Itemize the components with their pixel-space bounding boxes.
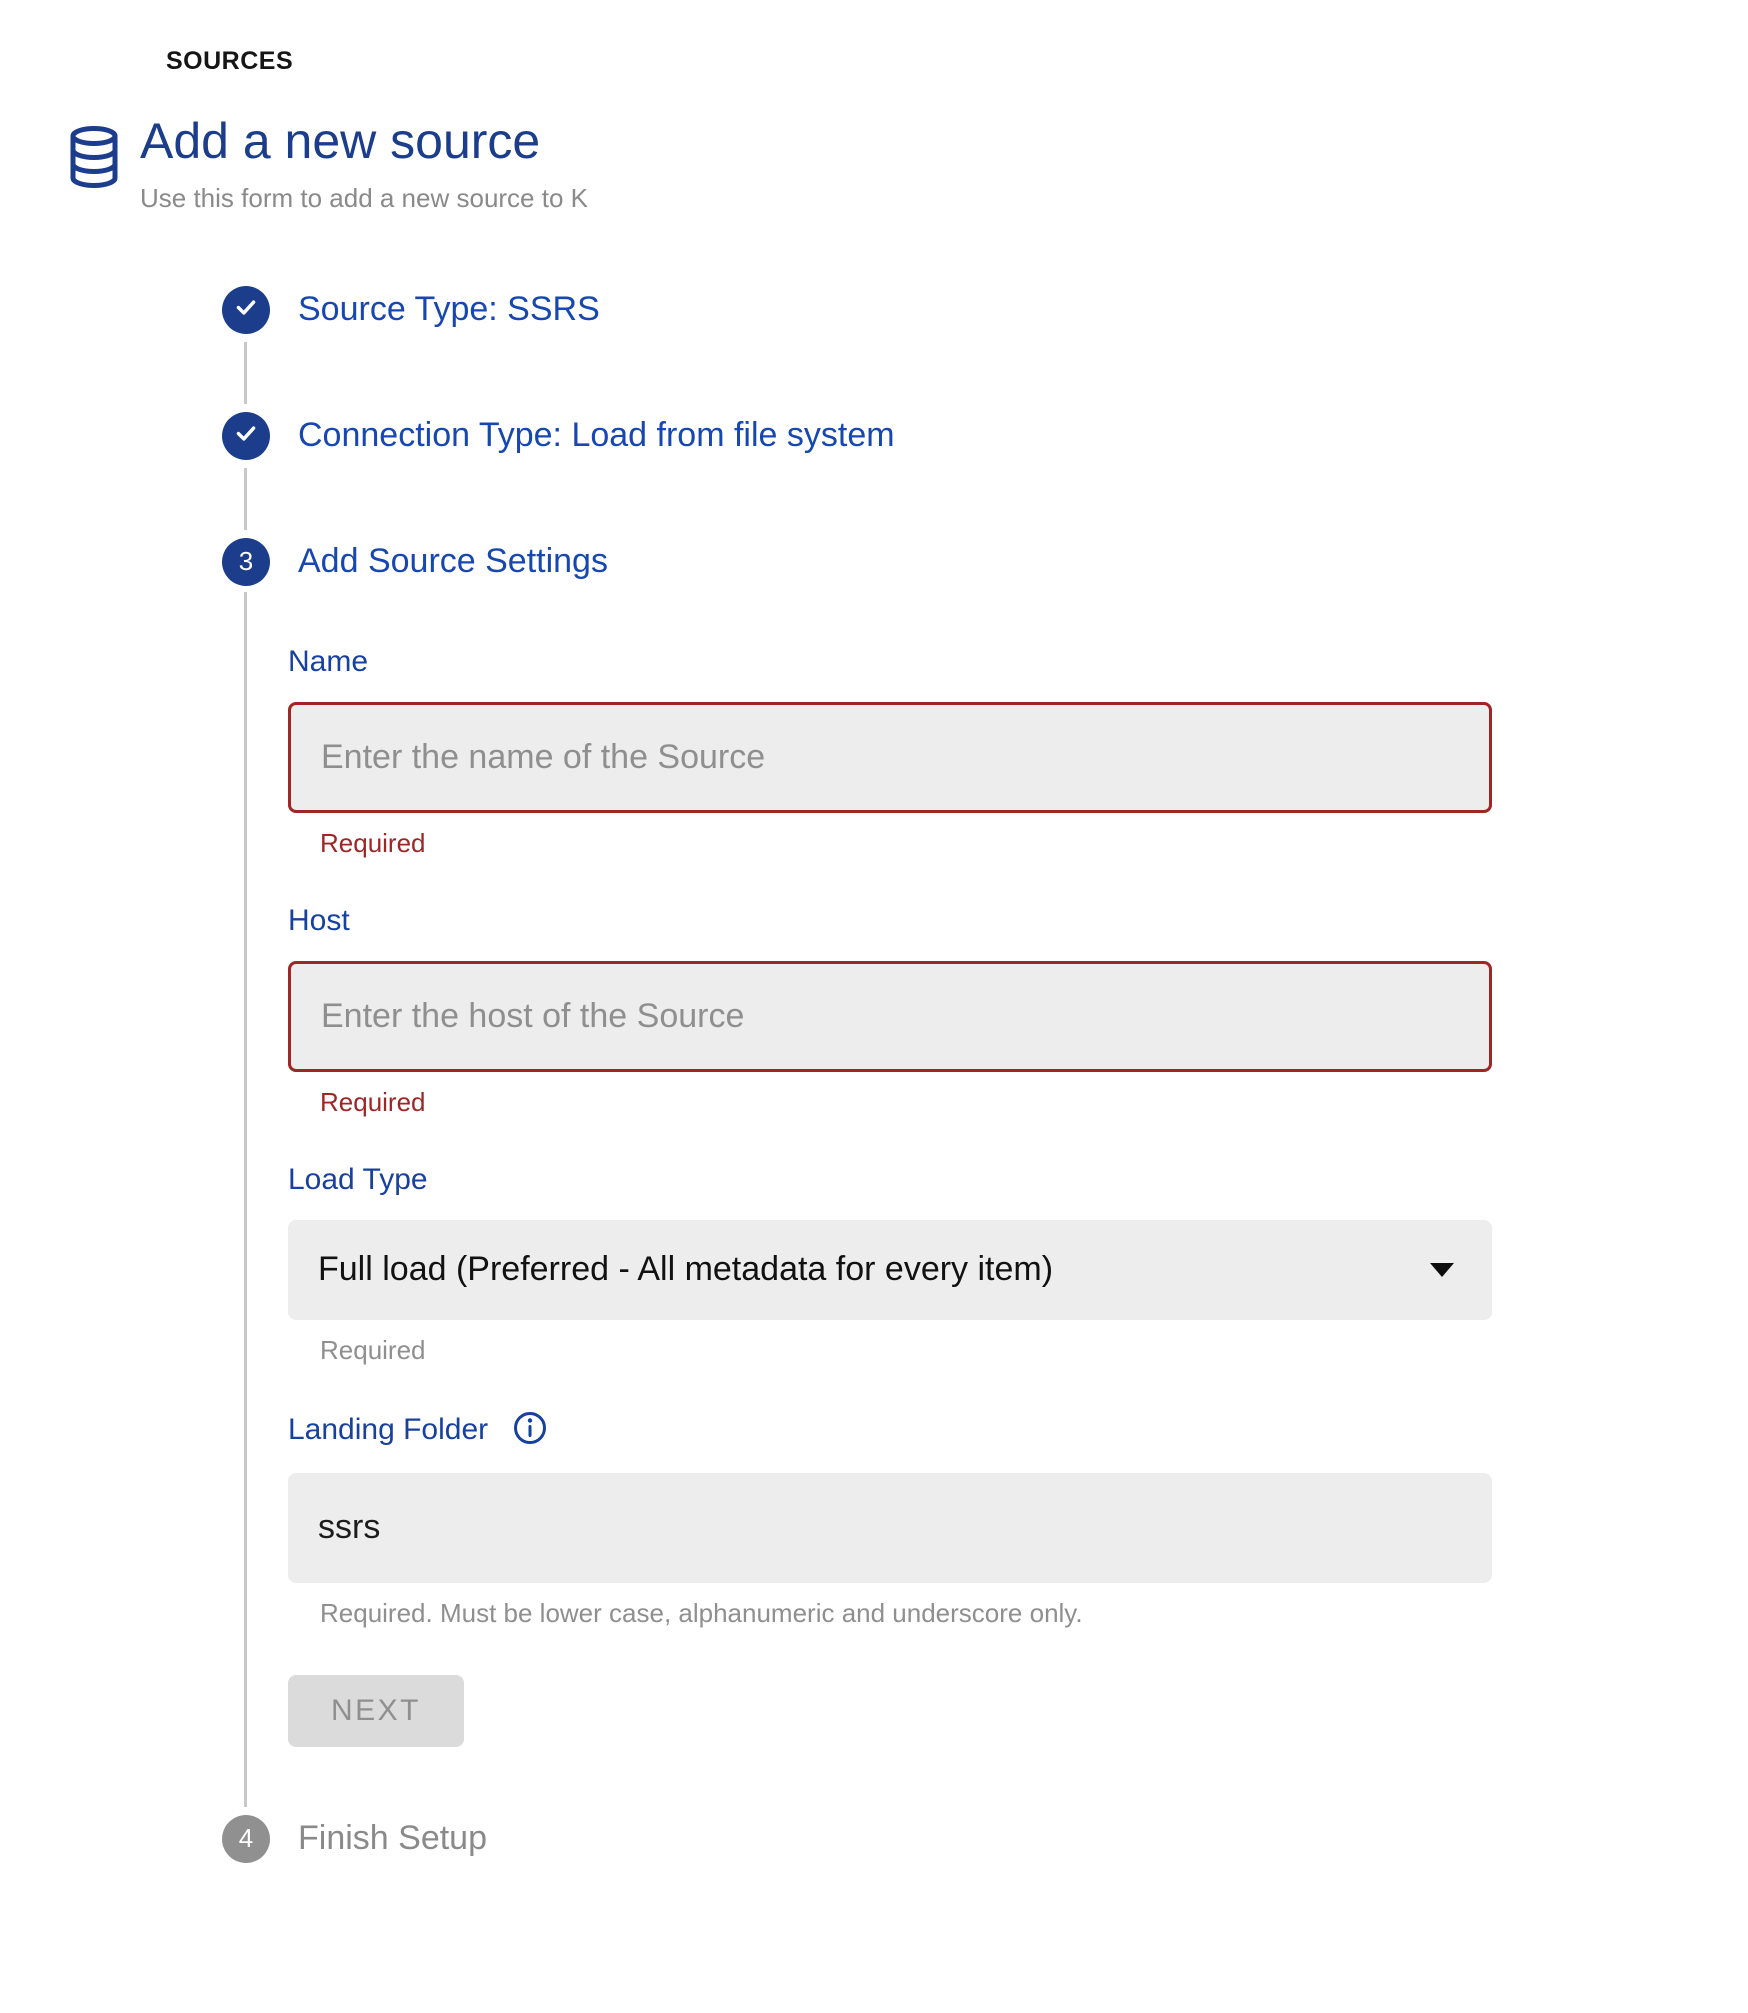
page-header: Add a new source Use this form to add a … [68,110,1748,214]
name-field-label: Name [288,644,1492,680]
step-3-number: 3 [239,546,253,577]
step-connection-type: Connection Type: Load from file system [222,412,1748,460]
info-icon[interactable] [512,1410,548,1451]
step-connector [244,342,247,404]
step-finish-setup: 4 Finish Setup [222,1815,1748,1863]
landing-folder-input[interactable] [288,1473,1492,1583]
check-icon [233,420,259,451]
host-input[interactable] [288,961,1492,1072]
source-settings-form: Name Required Host Required Load Type Fu… [288,592,1492,1807]
page-subtitle: Use this form to add a new source to K [140,183,588,214]
step-3-content: Name Required Host Required Load Type Fu… [222,592,1748,1807]
load-type-selected-value: Full load (Preferred - All metadata for … [318,1250,1053,1289]
step-2-label: Connection Type: Load from file system [298,416,895,455]
step-1-circle [222,286,270,334]
host-required-error: Required [320,1086,1492,1118]
load-type-helper: Required [320,1334,1492,1366]
landing-folder-helper: Required. Must be lower case, alphanumer… [320,1597,1492,1629]
next-button[interactable]: NEXT [288,1675,464,1747]
breadcrumb-sources: SOURCES [166,47,1748,76]
step-4-label: Finish Setup [298,1819,487,1858]
step-connector [244,468,247,530]
step-3-label: Add Source Settings [298,542,608,581]
load-type-select[interactable]: Full load (Preferred - All metadata for … [288,1220,1492,1320]
load-type-field-label: Load Type [288,1162,1492,1198]
step-connector [244,592,247,1807]
chevron-down-icon [1430,1263,1454,1277]
name-required-error: Required [320,827,1492,859]
database-icon [68,126,120,195]
step-add-source-settings: 3 Add Source Settings [222,538,1748,586]
step-4-circle: 4 [222,1815,270,1863]
step-source-type: Source Type: SSRS [222,286,1748,334]
landing-folder-field-label: Landing Folder [288,1412,488,1448]
step-3-circle: 3 [222,538,270,586]
step-2-circle [222,412,270,460]
step-4-number: 4 [239,1823,253,1854]
host-field-label: Host [288,903,1492,939]
step-1-label: Source Type: SSRS [298,290,600,329]
stepper: Source Type: SSRS Connection Type: Load … [222,286,1748,1863]
page-title: Add a new source [140,110,588,173]
name-input[interactable] [288,702,1492,813]
check-icon [233,294,259,325]
